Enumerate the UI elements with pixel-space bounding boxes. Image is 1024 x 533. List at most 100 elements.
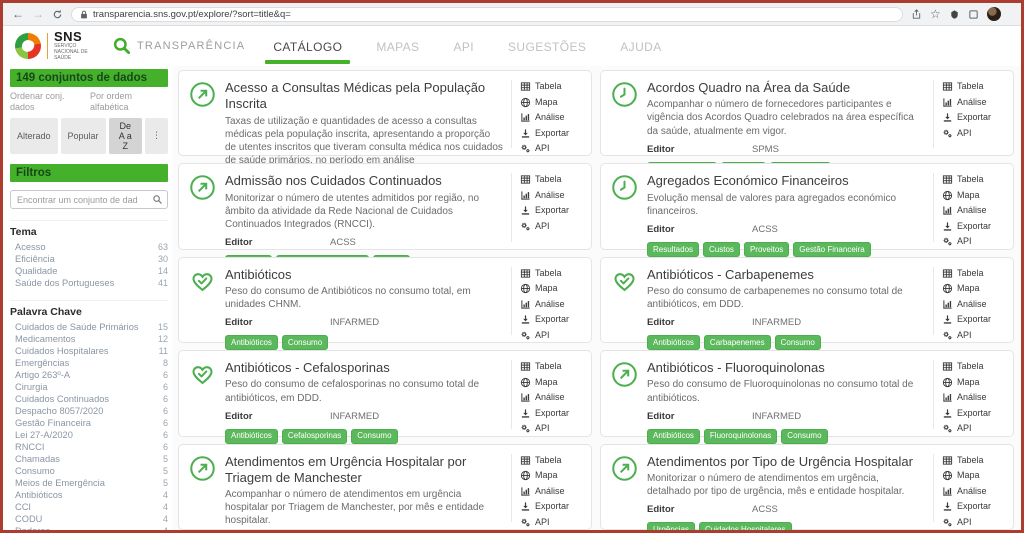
profile-avatar[interactable] [987, 7, 1001, 21]
dataset-action[interactable]: Análise [520, 299, 583, 310]
dataset-action[interactable]: Análise [520, 112, 583, 123]
dataset-title[interactable]: Antibióticos - Carbapenemes [647, 267, 925, 283]
tag-pill[interactable]: Antibióticos [225, 429, 278, 444]
dataset-action[interactable]: API [520, 423, 583, 434]
dataset-action[interactable]: API [942, 517, 1005, 528]
dataset-title[interactable]: Acesso a Consultas Médicas pela Populaçã… [225, 80, 503, 113]
dataset-title[interactable]: Antibióticos [225, 267, 503, 283]
dataset-action[interactable]: Mapa [942, 190, 1005, 201]
tag-pill[interactable]: Consumo [351, 429, 397, 444]
filter-item[interactable]: Lei 27-A/2020 6 [10, 429, 168, 441]
dataset-action[interactable]: Exportar [942, 501, 1005, 512]
dataset-action[interactable]: Mapa [942, 377, 1005, 388]
dataset-action[interactable]: Tabela [942, 268, 1005, 279]
filter-item[interactable]: CODU 4 [10, 513, 168, 525]
dataset-action[interactable]: Mapa [520, 377, 583, 388]
filter-item[interactable]: Chamadas 5 [10, 453, 168, 465]
side-panel-icon[interactable] [968, 9, 979, 20]
filter-item[interactable]: RNCCI 6 [10, 441, 168, 453]
tag-pill[interactable]: Antibióticos [225, 335, 278, 350]
filter-item[interactable]: Medicamentos 12 [10, 333, 168, 345]
dataset-action[interactable]: Exportar [942, 221, 1005, 232]
nav-item[interactable]: API [451, 27, 476, 65]
tag-pill[interactable]: Antibióticos [647, 335, 700, 350]
back-icon[interactable]: ← [12, 8, 24, 20]
filter-item[interactable]: Gestão Financeira 6 [10, 417, 168, 429]
tag-pill[interactable]: Consumo [781, 429, 827, 444]
nav-item[interactable]: MAPAS [374, 27, 421, 65]
dataset-action[interactable]: Análise [942, 392, 1005, 403]
filter-item[interactable]: Cuidados Hospitalares 11 [10, 345, 168, 357]
search-input[interactable] [10, 190, 168, 209]
filter-item[interactable]: Cuidados Continuados 6 [10, 393, 168, 405]
bookmark-star-icon[interactable]: ☆ [930, 8, 941, 20]
dataset-action[interactable]: Análise [942, 205, 1005, 216]
sort-button[interactable]: Alterado [10, 118, 58, 154]
dataset-action[interactable]: Exportar [520, 314, 583, 325]
sort-button[interactable]: ⋮ [145, 118, 168, 154]
dataset-action[interactable]: Exportar [942, 314, 1005, 325]
dataset-action[interactable]: Mapa [520, 470, 583, 481]
dataset-action[interactable]: API [942, 236, 1005, 247]
nav-item[interactable]: CATÁLOGO [271, 27, 344, 65]
dataset-action[interactable]: Análise [942, 486, 1005, 497]
tag-pill[interactable]: Carbapenemes [704, 335, 771, 350]
dataset-action[interactable]: Exportar [520, 501, 583, 512]
dataset-title[interactable]: Antibióticos - Fluoroquinolonas [647, 360, 925, 376]
tag-pill[interactable]: Consumo [282, 335, 328, 350]
dataset-action[interactable]: Tabela [942, 174, 1005, 185]
dataset-title[interactable]: Acordos Quadro na Área da Saúde [647, 80, 925, 96]
reload-icon[interactable] [52, 9, 63, 20]
dataset-action[interactable]: Tabela [942, 455, 1005, 466]
tag-pill[interactable]: Resultados [647, 242, 699, 257]
dataset-action[interactable]: Exportar [942, 408, 1005, 419]
filter-item[interactable]: Artigo 263º-A 6 [10, 369, 168, 381]
filter-item[interactable]: Cirurgia 6 [10, 381, 168, 393]
url-bar[interactable]: transparencia.sns.gov.pt/explore/?sort=t… [71, 7, 903, 22]
dataset-action[interactable]: API [520, 143, 583, 154]
dataset-title[interactable]: Atendimentos por Tipo de Urgência Hospit… [647, 454, 925, 470]
dataset-action[interactable]: API [520, 517, 583, 528]
dataset-action[interactable]: API [942, 423, 1005, 434]
tag-pill[interactable]: Cefalosporinas [282, 429, 347, 444]
dataset-action[interactable]: Análise [520, 486, 583, 497]
dataset-action[interactable]: API [520, 221, 583, 232]
dataset-action[interactable]: Tabela [520, 455, 583, 466]
dataset-action[interactable]: Análise [942, 299, 1005, 310]
filter-item[interactable]: Acesso 63 [10, 241, 168, 253]
dataset-action[interactable]: Tabela [520, 174, 583, 185]
tag-pill[interactable]: Gestão Financeira [793, 242, 870, 257]
dataset-title[interactable]: Antibióticos - Cefalosporinas [225, 360, 503, 376]
dataset-action[interactable]: Análise [520, 392, 583, 403]
dataset-action[interactable]: Análise [942, 97, 1005, 108]
filter-item[interactable]: Qualidade 14 [10, 265, 168, 277]
dataset-action[interactable]: Exportar [520, 408, 583, 419]
filter-item[interactable]: CCI 4 [10, 501, 168, 513]
tag-pill[interactable]: Custos [703, 242, 740, 257]
dataset-action[interactable]: Tabela [520, 268, 583, 279]
dataset-action[interactable]: Mapa [942, 283, 1005, 294]
dataset-action[interactable]: Exportar [520, 205, 583, 216]
filter-item[interactable]: Eficiência 30 [10, 253, 168, 265]
nav-item[interactable]: SUGESTÕES [506, 27, 588, 65]
dataset-action[interactable]: Mapa [520, 97, 583, 108]
tag-pill[interactable]: Consumo [775, 335, 821, 350]
dataset-action[interactable]: Exportar [520, 128, 583, 139]
tag-pill[interactable]: Urgências [647, 522, 695, 530]
sort-button[interactable]: Popular [61, 118, 106, 154]
filter-item[interactable]: Consumo 5 [10, 465, 168, 477]
dataset-title[interactable]: Agregados Económico Financeiros [647, 173, 925, 189]
dataset-action[interactable]: Tabela [942, 361, 1005, 372]
dataset-title[interactable]: Admissão nos Cuidados Continuados [225, 173, 503, 189]
dataset-action[interactable]: Tabela [942, 81, 1005, 92]
dataset-action[interactable]: Tabela [520, 361, 583, 372]
filter-item[interactable]: Cuidados de Saúde Primários 15 [10, 321, 168, 333]
dataset-action[interactable]: Análise [520, 190, 583, 201]
tag-pill[interactable]: Fluoroquinolonas [704, 429, 777, 444]
filter-item[interactable]: Dadores 4 [10, 525, 168, 530]
dataset-action[interactable]: Tabela [520, 81, 583, 92]
filter-item[interactable]: Despacho 8057/2020 6 [10, 405, 168, 417]
filter-item[interactable]: Emergências 8 [10, 357, 168, 369]
sort-button[interactable]: De A a Z [109, 118, 142, 154]
nav-item[interactable]: AJUDA [618, 27, 663, 65]
